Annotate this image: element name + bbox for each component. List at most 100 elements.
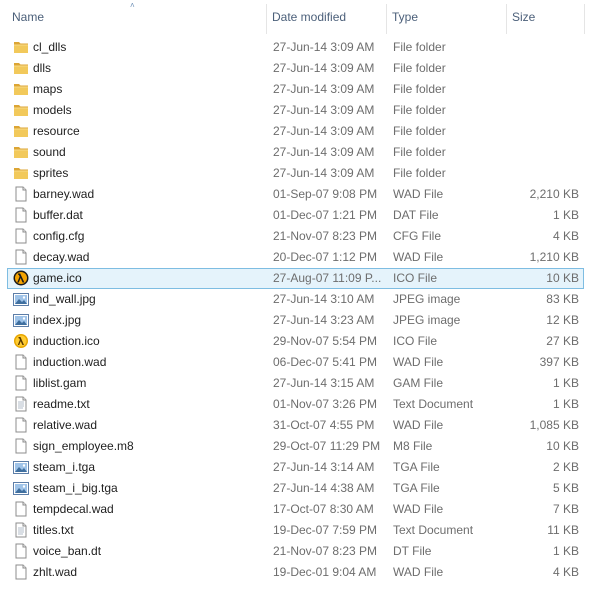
file-size: 10 KB: [546, 271, 579, 285]
file-type: CFG File: [393, 229, 441, 243]
file-row[interactable]: readme.txt 01-Nov-07 3:26 PM Text Document…: [7, 394, 584, 415]
file-size: [508, 38, 579, 57]
file-name: induction.ico: [33, 334, 100, 348]
document-icon: [13, 249, 29, 265]
file-row[interactable]: buffer.dat 01-Dec-07 1:21 PM DAT File 1 KB: [7, 205, 584, 226]
file-row[interactable]: sprites 27-Jun-14 3:09 AM File folder: [7, 163, 584, 184]
file-name: tempdecal.wad: [33, 502, 114, 516]
file-type: WAD File: [393, 502, 444, 516]
file-size: [508, 143, 579, 162]
file-date-modified: 20-Dec-07 1:12 PM: [273, 250, 378, 264]
file-date-modified: 27-Jun-14 3:23 AM: [273, 313, 375, 327]
sort-ascending-icon: ˄: [130, 1, 135, 10]
document-icon: [13, 375, 29, 391]
file-name: game.ico: [33, 271, 82, 285]
file-type: File folder: [393, 103, 446, 117]
file-row[interactable]: cl_dlls 27-Jun-14 3:09 AM File folder: [7, 37, 584, 58]
file-type: WAD File: [393, 355, 444, 369]
document-icon: [13, 417, 29, 433]
file-date-modified: 27-Jun-14 3:09 AM: [273, 40, 375, 54]
file-row[interactable]: sound 27-Jun-14 3:09 AM File folder: [7, 142, 584, 163]
file-name: zhlt.wad: [33, 565, 78, 579]
file-row[interactable]: relative.wad 31-Oct-07 4:55 PM WAD File 1,0…: [7, 415, 584, 436]
file-row[interactable]: liblist.gam 27-Jun-14 3:15 AM GAM File 1 KB: [7, 373, 584, 394]
file-row[interactable]: sign_employee.m8 29-Oct-07 11:29 PM M8 Fil…: [7, 436, 584, 457]
file-name: config.cfg: [33, 229, 85, 243]
file-date-modified: 27-Jun-14 3:09 AM: [273, 166, 375, 180]
file-type: M8 File: [393, 439, 433, 453]
file-date-modified: 27-Jun-14 3:10 AM: [273, 292, 375, 306]
image-icon: [13, 459, 29, 475]
file-name: cl_dlls: [33, 40, 67, 54]
document-icon: [13, 354, 29, 370]
lambda-small-icon: [13, 333, 29, 349]
file-date-modified: 27-Jun-14 3:09 AM: [273, 103, 375, 117]
column-header-type[interactable]: Type: [387, 0, 506, 34]
file-name: models: [33, 103, 72, 117]
file-date-modified: 27-Jun-14 3:09 AM: [273, 145, 375, 159]
folder-icon: [13, 39, 29, 55]
file-row[interactable]: ind_wall.jpg 27-Jun-14 3:10 AM JPEG image 8…: [7, 289, 584, 310]
column-header-date[interactable]: Date modified: [267, 0, 386, 34]
file-row[interactable]: induction.wad 06-Dec-07 5:41 PM WAD File 39…: [7, 352, 584, 373]
file-row[interactable]: models 27-Jun-14 3:09 AM File folder: [7, 100, 584, 121]
file-type: TGA File: [393, 460, 440, 474]
file-name: relative.wad: [33, 418, 98, 432]
file-date-modified: 27-Jun-14 3:09 AM: [273, 124, 375, 138]
file-size: 2 KB: [552, 460, 579, 474]
file-size: 7 KB: [552, 502, 579, 516]
file-date-modified: 01-Nov-07 3:26 PM: [273, 397, 378, 411]
file-size: 10 KB: [546, 439, 579, 453]
file-size: 1 KB: [552, 544, 579, 558]
file-date-modified: 19-Dec-01 9:04 AM: [273, 565, 377, 579]
file-row[interactable]: zhlt.wad 19-Dec-01 9:04 AM WAD File 4 KB: [7, 562, 584, 583]
file-row[interactable]: maps 27-Jun-14 3:09 AM File folder: [7, 79, 584, 100]
file-row[interactable]: config.cfg 21-Nov-07 8:23 PM CFG File 4 KB: [7, 226, 584, 247]
column-header-size[interactable]: Size: [507, 0, 584, 34]
file-row[interactable]: steam_i_big.tga 27-Jun-14 4:38 AM TGA File…: [7, 478, 584, 499]
file-date-modified: 06-Dec-07 5:41 PM: [273, 355, 378, 369]
folder-icon: [13, 165, 29, 181]
file-date-modified: 27-Jun-14 3:09 AM: [273, 61, 375, 75]
file-date-modified: 27-Jun-14 3:15 AM: [273, 376, 375, 390]
file-row[interactable]: game.ico 27-Aug-07 11:09 P... ICO File 10 K…: [7, 268, 584, 289]
file-date-modified: 27-Jun-14 3:09 AM: [273, 82, 375, 96]
column-header-name-label: Name: [12, 10, 45, 24]
file-type: WAD File: [393, 187, 444, 201]
file-name: titles.txt: [33, 523, 74, 537]
file-row[interactable]: decay.wad 20-Dec-07 1:12 PM WAD File 1,210 …: [7, 247, 584, 268]
file-row[interactable]: induction.ico 29-Nov-07 5:54 PM ICO File 27…: [7, 331, 584, 352]
file-size: 1 KB: [552, 397, 579, 411]
file-row[interactable]: barney.wad 01-Sep-07 9:08 PM WAD File 2,210…: [7, 184, 584, 205]
file-size: 4 KB: [552, 229, 579, 243]
file-type: WAD File: [393, 418, 444, 432]
file-type: TGA File: [393, 481, 440, 495]
folder-icon: [13, 102, 29, 118]
file-name: sign_employee.m8: [33, 439, 134, 453]
lambda-icon: [13, 270, 29, 286]
file-type: Text Document: [393, 397, 474, 411]
file-row[interactable]: tempdecal.wad 17-Oct-07 8:30 AM WAD File 7 …: [7, 499, 584, 520]
image-icon: [13, 312, 29, 328]
file-row[interactable]: resource 27-Jun-14 3:09 AM File folder: [7, 121, 584, 142]
file-size: 1 KB: [552, 208, 579, 222]
document-icon: [13, 186, 29, 202]
file-type: WAD File: [393, 565, 444, 579]
file-name: sprites: [33, 166, 69, 180]
file-name: dlls: [33, 61, 52, 75]
file-row[interactable]: titles.txt 19-Dec-07 7:59 PM Text Document…: [7, 520, 584, 541]
text-document-icon: [13, 396, 29, 412]
file-row[interactable]: index.jpg 27-Jun-14 3:23 AM JPEG image 12 K…: [7, 310, 584, 331]
document-icon: [13, 228, 29, 244]
file-row[interactable]: voice_ban.dt 21-Nov-07 8:23 PM DT File 1 KB: [7, 541, 584, 562]
file-row[interactable]: dlls 27-Jun-14 3:09 AM File folder: [7, 58, 584, 79]
folder-icon: [13, 81, 29, 97]
file-size: 12 KB: [546, 313, 579, 327]
file-row[interactable]: steam_i.tga 27-Jun-14 3:14 AM TGA File 2 KB: [7, 457, 584, 478]
file-name: readme.txt: [33, 397, 90, 411]
file-size: 5 KB: [552, 481, 579, 495]
file-name: sound: [33, 145, 66, 159]
column-header-name[interactable]: Name: [7, 0, 265, 34]
file-type: WAD File: [393, 250, 444, 264]
column-divider[interactable]: [584, 4, 585, 34]
